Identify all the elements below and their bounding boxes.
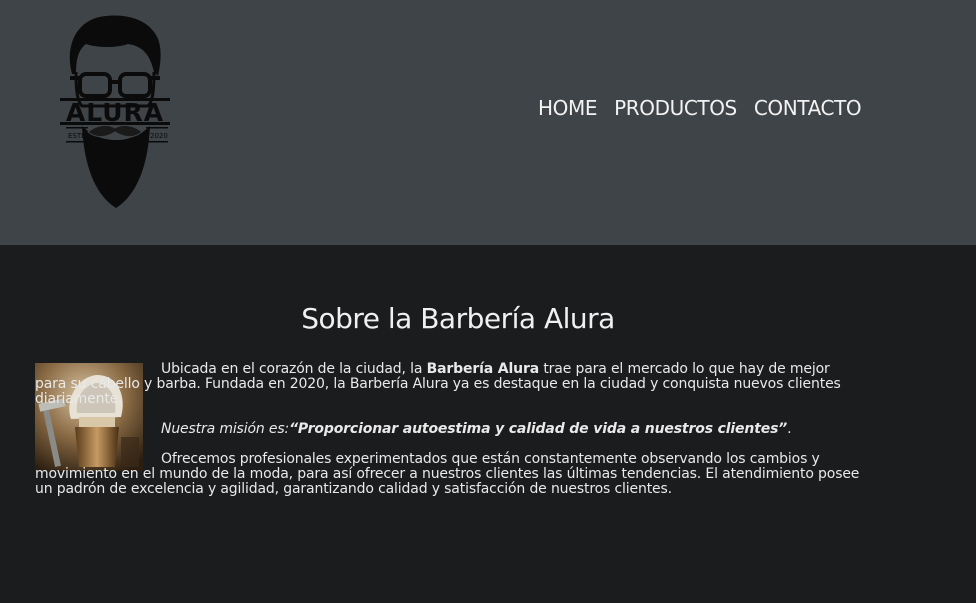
about-p1-brand: Barbería Alura (426, 361, 540, 377)
nav-contacto-link[interactable]: CONTACTO (754, 96, 862, 120)
about-mission: Nuestra misión es:“Proporcionar autoesti… (35, 422, 865, 437)
mission-label: Nuestra misión es: (161, 421, 290, 437)
alura-logo[interactable]: ALURA ESTD 2020 (58, 14, 172, 210)
logo-year-text: 2020 (150, 132, 168, 140)
mission-end: . (787, 421, 792, 437)
logo-brand-text: ALURA (66, 98, 164, 127)
nav-home-link[interactable]: HOME (538, 96, 597, 120)
site-header: ALURA ESTD 2020 HOME PRODUCTOS CONTACTO (0, 0, 976, 245)
about-p3-text: Ofrecemos profesionales experimentados q… (35, 451, 860, 497)
bearded-man-logo-icon: ALURA ESTD 2020 (60, 15, 170, 208)
about-title: Sobre la Barbería Alura (301, 302, 615, 335)
about-paragraph-1: Ubicada en el corazón de la ciudad, la B… (35, 362, 865, 407)
nav-productos-link[interactable]: PRODUCTOS (614, 96, 737, 120)
mission-quote: “Proporcionar autoestima y calidad de vi… (289, 421, 788, 437)
about-p1-text: Ubicada en el corazón de la ciudad, la (161, 361, 427, 377)
main-content: Sobre la Barbería Alura Ubicada en el co… (0, 245, 976, 603)
about-paragraph-3: Ofrecemos profesionales experimentados q… (35, 452, 865, 497)
main-nav: HOME PRODUCTOS CONTACTO (538, 96, 862, 120)
about-text: Ubicada en el corazón de la ciudad, la B… (35, 362, 865, 512)
